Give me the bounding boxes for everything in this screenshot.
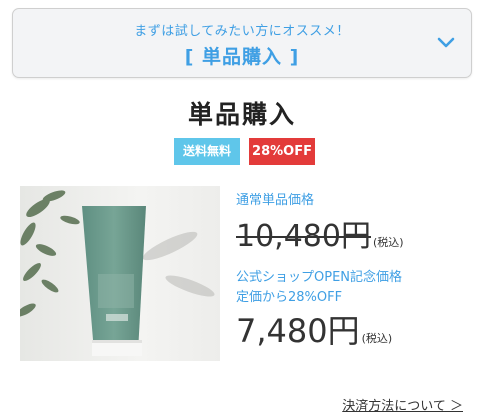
sale-price-tax: (税込)	[361, 332, 393, 345]
campaign-discount-label: 定価から28%OFF	[236, 290, 343, 305]
payment-methods-link[interactable]: 決済方法について ＞	[342, 395, 463, 414]
product-image	[20, 186, 220, 361]
single-purchase-accordion[interactable]: まずは試してみたい方にオススメ！ [ 単品購入 ]	[12, 8, 472, 78]
discount-badge: 28%OFF	[249, 138, 315, 165]
section-title: 単品購入	[187, 100, 296, 129]
regular-price-tax: (税込)	[372, 236, 404, 249]
regular-price-label: 通常単品価格	[236, 193, 315, 208]
regular-price: 10,480円 (税込)	[236, 219, 404, 254]
accordion-subtitle: まずは試してみたい方にオススメ！	[134, 24, 350, 39]
chevron-down-icon[interactable]	[437, 37, 455, 49]
accordion-title: [ 単品購入 ]	[184, 46, 300, 68]
campaign-label: 公式ショップOPEN記念価格	[236, 270, 403, 285]
sale-price: 7,480円 (税込)	[236, 312, 393, 350]
free-shipping-badge: 送料無料	[174, 138, 240, 165]
